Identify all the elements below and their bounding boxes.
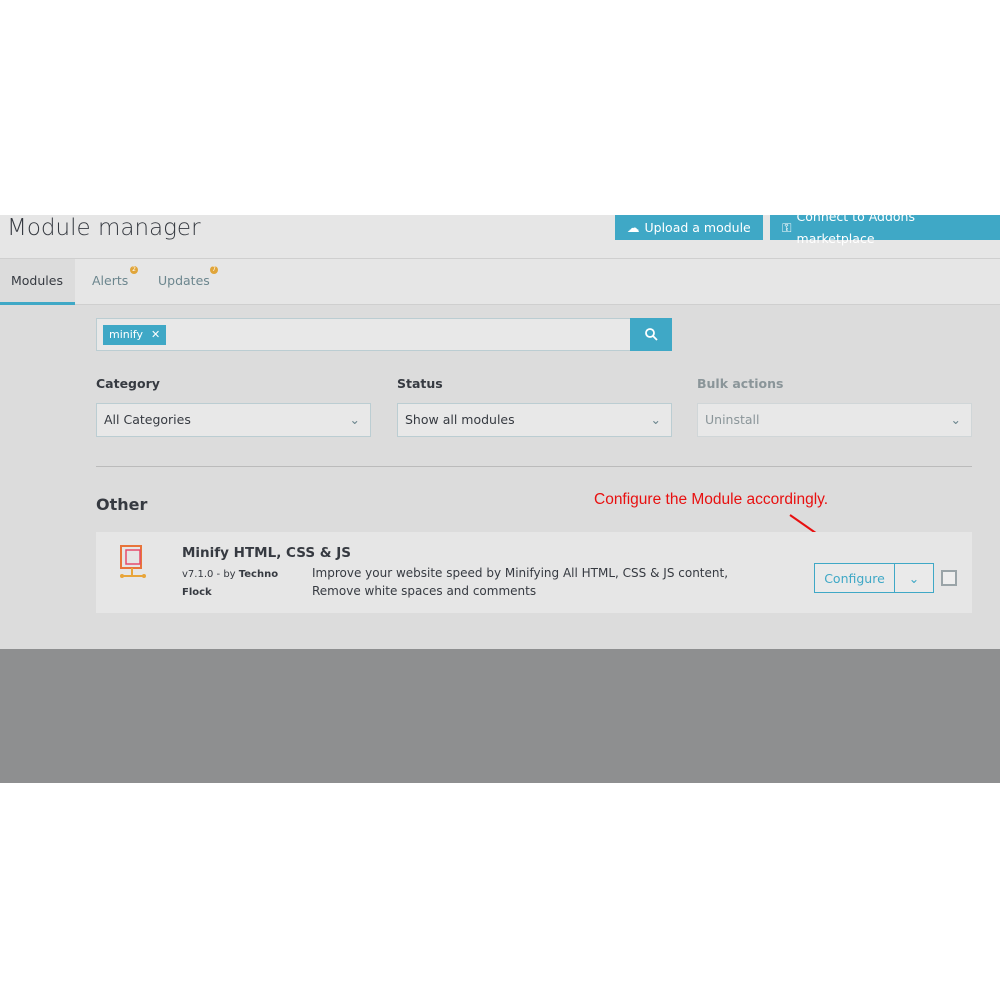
chevron-down-icon[interactable]: ⌄ bbox=[895, 564, 933, 592]
connect-addons-button[interactable]: ⚿ Connect to Addons marketplace bbox=[770, 209, 1000, 246]
chevron-down-icon: ⌄ bbox=[349, 412, 360, 427]
status-select[interactable]: Show all modules ⌄ bbox=[397, 403, 672, 437]
chevron-down-icon: ⌄ bbox=[650, 412, 661, 427]
search-input[interactable]: minify ✕ bbox=[96, 318, 631, 351]
configure-button[interactable]: Configure bbox=[815, 564, 895, 592]
search-button[interactable] bbox=[630, 318, 672, 351]
status-label: Status bbox=[397, 376, 443, 391]
module-card: Minify HTML, CSS & JS v7.1.0 - by Techno… bbox=[96, 532, 972, 613]
search-icon bbox=[644, 328, 658, 341]
module-name: Minify HTML, CSS & JS bbox=[182, 545, 351, 561]
annotation-text: Configure the Module accordingly. bbox=[594, 491, 829, 508]
page-title: Module manager bbox=[7, 215, 201, 241]
key-icon: ⚿ bbox=[782, 219, 792, 235]
module-logo-icon bbox=[120, 545, 146, 578]
bulk-actions-label: Bulk actions bbox=[697, 376, 784, 391]
configure-button-group: Configure ⌄ bbox=[814, 563, 934, 593]
module-description: Improve your website speed by Minifying … bbox=[312, 566, 729, 598]
category-label: Category bbox=[96, 376, 160, 391]
category-select[interactable]: All Categories ⌄ bbox=[96, 403, 371, 437]
page-footer-overlay bbox=[0, 649, 1000, 783]
tab-updates[interactable]: Updates 7 bbox=[147, 259, 221, 305]
search-tag: minify ✕ bbox=[103, 325, 167, 345]
page-header: Module manager ☁ Upload a module ⚿ Connect… bbox=[0, 209, 1000, 259]
bulk-actions-select[interactable]: Uninstall ⌄ bbox=[697, 403, 972, 437]
alerts-badge: 2 bbox=[130, 266, 138, 274]
remove-tag-icon[interactable]: ✕ bbox=[151, 325, 160, 345]
tab-modules[interactable]: Modules bbox=[0, 259, 75, 305]
section-title: Other bbox=[96, 495, 148, 514]
cloud-upload-icon: ☁ bbox=[627, 219, 640, 235]
main-content: minify ✕ Category All Categories ⌄ Status … bbox=[0, 305, 1000, 649]
divider bbox=[96, 466, 972, 467]
upload-module-button[interactable]: ☁ Upload a module bbox=[615, 215, 763, 240]
module-checkbox[interactable] bbox=[941, 570, 957, 586]
chevron-down-icon: ⌄ bbox=[950, 412, 961, 427]
tab-alerts[interactable]: Alerts 2 bbox=[81, 259, 139, 305]
tab-bar: Modules Alerts 2 Updates 7 bbox=[0, 259, 1000, 305]
updates-badge: 7 bbox=[210, 266, 218, 274]
module-version: v7.1.0 - by Techno Flock bbox=[182, 569, 279, 598]
